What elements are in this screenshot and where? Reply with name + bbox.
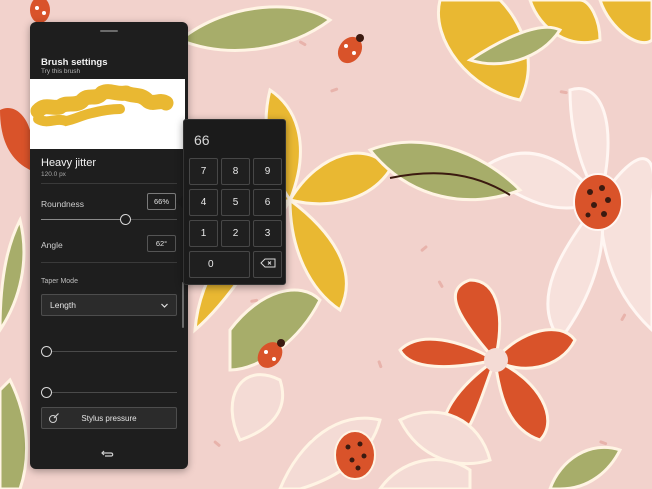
- key-8[interactable]: 8: [221, 158, 250, 185]
- key-9[interactable]: 9: [253, 158, 282, 185]
- panel-title: Brush settings: [41, 57, 108, 68]
- key-5[interactable]: 5: [221, 189, 250, 216]
- taper-mode-dropdown[interactable]: Length: [41, 294, 177, 316]
- taper-end-slider-handle[interactable]: [41, 387, 52, 398]
- brush-settings-panel: Brush settings Try this brush Heavy jitt…: [30, 22, 188, 469]
- roundness-value-field[interactable]: 66%: [147, 193, 176, 210]
- undo-icon[interactable]: [101, 446, 115, 464]
- key-7[interactable]: 7: [189, 158, 218, 185]
- roundness-slider-track[interactable]: [131, 219, 177, 220]
- roundness-label: Roundness: [41, 199, 85, 209]
- brush-stroke-preview: [30, 84, 174, 127]
- taper-end-slider-track[interactable]: [47, 392, 177, 393]
- brush-preview-area[interactable]: [30, 79, 185, 149]
- keypad-pointer: [176, 196, 183, 208]
- divider: [41, 183, 177, 184]
- keypad-display: 66: [194, 132, 210, 148]
- stylus-pressure-label: Stylus pressure: [81, 413, 137, 423]
- taper-mode-value: Length: [50, 300, 76, 310]
- backspace-icon: [259, 258, 276, 271]
- brush-name: Heavy jitter: [41, 157, 97, 169]
- backspace-key[interactable]: [253, 251, 282, 278]
- chevron-down-icon: [160, 301, 169, 312]
- panel-drag-handle[interactable]: [100, 30, 118, 32]
- angle-label: Angle: [41, 240, 63, 250]
- key-4[interactable]: 4: [189, 189, 218, 216]
- numeric-keypad-popover: 66 7 8 9 4 5 6 1 2 3 0: [183, 119, 286, 285]
- taper-start-slider-track[interactable]: [47, 351, 177, 352]
- panel-scrollbar[interactable]: [182, 282, 184, 328]
- key-2[interactable]: 2: [221, 220, 250, 247]
- taper-start-slider-handle[interactable]: [41, 346, 52, 357]
- divider: [41, 262, 177, 263]
- roundness-slider-handle[interactable]: [120, 214, 131, 225]
- key-1[interactable]: 1: [189, 220, 218, 247]
- roundness-slider-fill: [41, 219, 125, 220]
- key-0[interactable]: 0: [189, 251, 250, 278]
- key-3[interactable]: 3: [253, 220, 282, 247]
- panel-subtitle: Try this brush: [41, 68, 81, 75]
- stylus-icon: [48, 412, 60, 426]
- taper-mode-label: Taper Mode: [41, 278, 78, 285]
- stylus-pressure-button[interactable]: Stylus pressure: [41, 407, 177, 429]
- brush-size: 120.0 px: [41, 171, 66, 178]
- angle-value-field[interactable]: 62°: [147, 235, 176, 252]
- key-6[interactable]: 6: [253, 189, 282, 216]
